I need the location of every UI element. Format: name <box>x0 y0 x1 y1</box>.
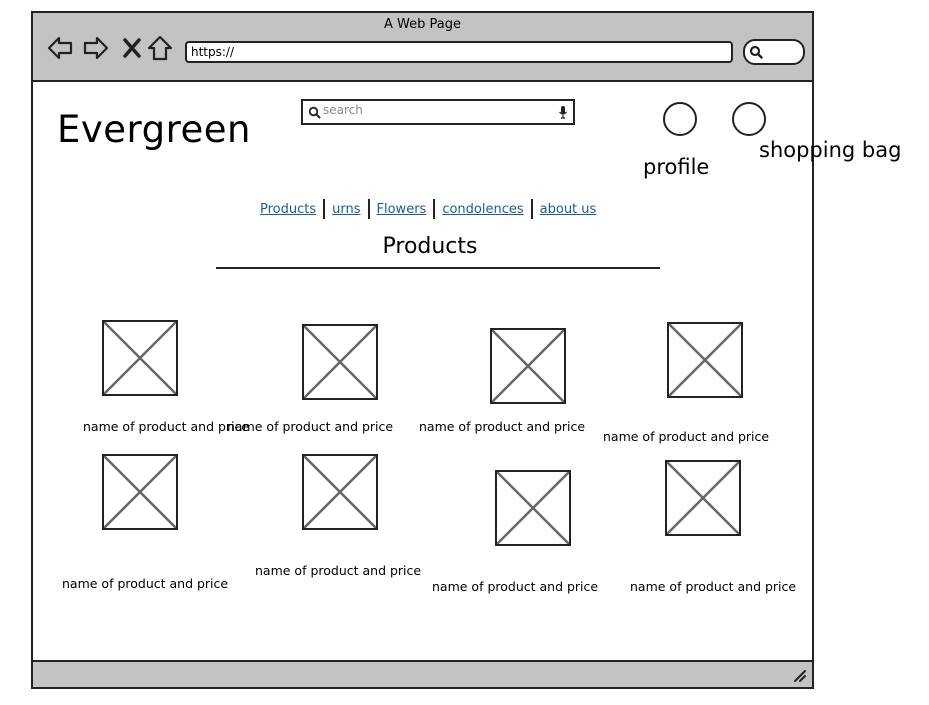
browser-toolbar: A Web Page https:// <box>31 11 814 82</box>
image-placeholder-icon <box>492 330 564 402</box>
search-icon <box>308 106 321 119</box>
browser-search-button[interactable] <box>743 39 805 65</box>
product-caption[interactable]: name of product and price <box>630 579 796 594</box>
nav-separator <box>367 199 370 219</box>
product-caption[interactable]: name of product and price <box>227 419 393 434</box>
profile-button[interactable] <box>663 102 697 136</box>
shopping-bag-button[interactable] <box>732 102 766 136</box>
shopping-bag-label: shopping bag <box>759 138 902 162</box>
product-caption[interactable]: name of product and price <box>255 563 421 578</box>
forward-arrow-icon[interactable] <box>83 35 109 61</box>
product-image-placeholder[interactable] <box>665 460 741 536</box>
magnifier-icon <box>749 45 763 59</box>
browser-status-bar <box>31 660 814 689</box>
product-image-placeholder[interactable] <box>302 454 378 530</box>
image-placeholder-icon <box>104 322 176 394</box>
section-title: Products <box>382 234 478 259</box>
stop-x-icon[interactable] <box>119 35 145 61</box>
nav-separator <box>323 199 326 219</box>
site-search-input[interactable]: search <box>301 99 575 125</box>
profile-label: profile <box>643 155 710 179</box>
nav-separator <box>433 199 436 219</box>
nav-separator <box>530 199 533 219</box>
main-nav: Products urns Flowers condolences about … <box>256 198 600 220</box>
product-caption[interactable]: name of product and price <box>432 579 598 594</box>
image-placeholder-icon <box>669 324 741 396</box>
nav-link-flowers[interactable]: Flowers <box>373 202 431 217</box>
image-placeholder-icon <box>304 456 376 528</box>
product-image-placeholder[interactable] <box>302 324 378 400</box>
product-caption[interactable]: name of product and price <box>83 419 249 434</box>
search-placeholder: search <box>323 103 363 117</box>
image-placeholder-icon <box>304 326 376 398</box>
product-image-placeholder[interactable] <box>495 470 571 546</box>
product-caption[interactable]: name of product and price <box>62 576 228 591</box>
product-image-placeholder[interactable] <box>490 328 566 404</box>
nav-link-condolences[interactable]: condolences <box>438 202 527 217</box>
section-divider <box>216 267 660 269</box>
nav-link-urns[interactable]: urns <box>328 202 364 217</box>
microphone-icon[interactable] <box>558 105 568 119</box>
image-placeholder-icon <box>497 472 569 544</box>
site-logo[interactable]: Evergreen <box>57 108 251 151</box>
nav-link-about-us[interactable]: about us <box>536 202 601 217</box>
product-image-placeholder[interactable] <box>667 322 743 398</box>
window-title: A Web Page <box>384 17 461 32</box>
product-image-placeholder[interactable] <box>102 454 178 530</box>
product-caption[interactable]: name of product and price <box>603 429 769 444</box>
url-input[interactable]: https:// <box>185 41 733 63</box>
nav-link-products[interactable]: Products <box>256 202 320 217</box>
resize-grip-icon[interactable] <box>793 669 807 683</box>
back-arrow-icon[interactable] <box>47 35 73 61</box>
home-icon[interactable] <box>147 35 173 61</box>
product-caption[interactable]: name of product and price <box>419 419 585 434</box>
image-placeholder-icon <box>667 462 739 534</box>
product-image-placeholder[interactable] <box>102 320 178 396</box>
image-placeholder-icon <box>104 456 176 528</box>
